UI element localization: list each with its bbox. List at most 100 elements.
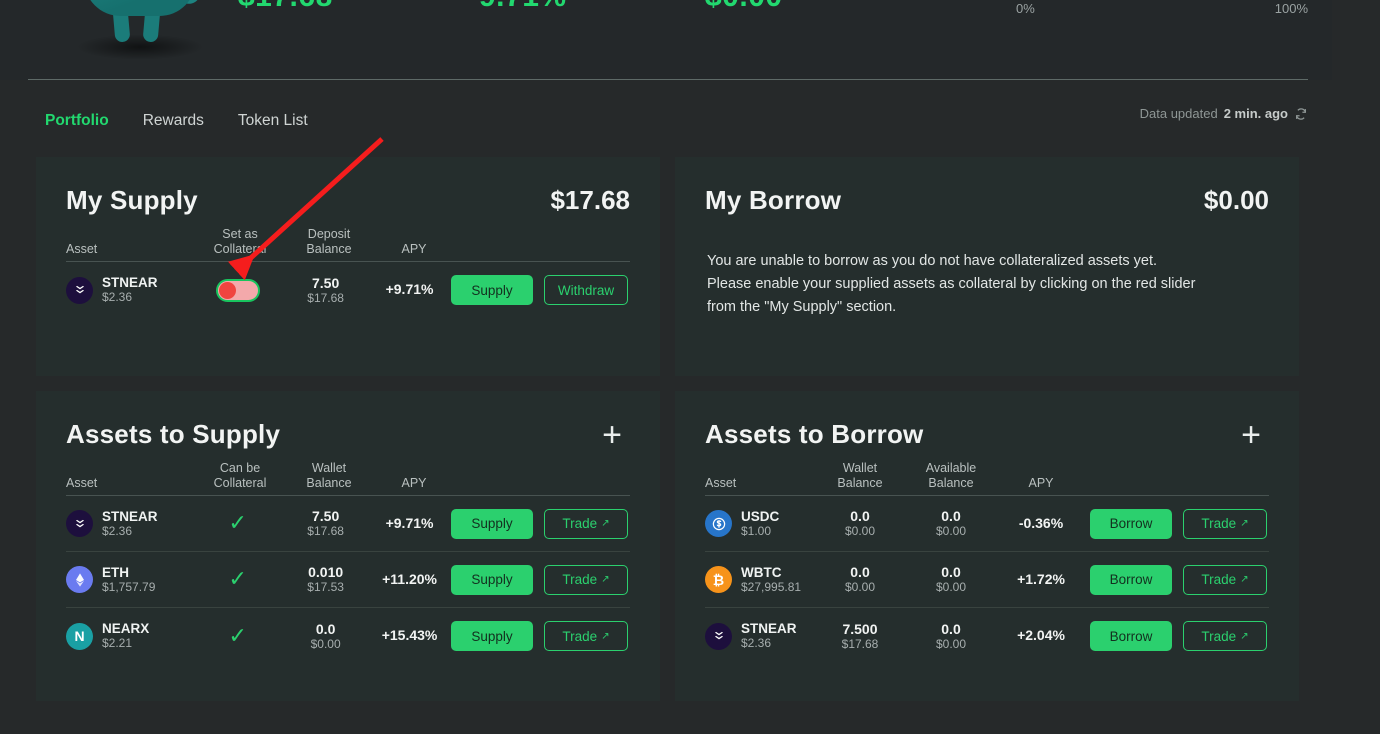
tab-token-list[interactable]: Token List xyxy=(238,112,308,130)
set-as-collateral-toggle[interactable] xyxy=(215,278,260,302)
external-link-icon: ↗ xyxy=(1240,574,1249,585)
hero-summary: $17.68 9.71% $0.00 0% 100% xyxy=(0,0,1332,80)
my-borrow-message: You are unable to borrow as you do not h… xyxy=(675,216,1299,319)
col-asset: Asset xyxy=(66,242,98,256)
tab-rewards[interactable]: Rewards xyxy=(143,112,204,130)
asset-symbol: NEARX xyxy=(102,621,150,636)
asset-price: $27,995.81 xyxy=(741,579,802,594)
my-borrow-title: My Borrow xyxy=(705,185,842,215)
supply-button[interactable]: Supply xyxy=(451,564,533,595)
my-borrow-card: My Borrow $0.00 You are unable to borrow… xyxy=(675,157,1299,376)
refresh-icon[interactable] xyxy=(1294,107,1308,121)
wallet-balance-cell: 0.0 $0.00 xyxy=(283,621,368,652)
wallet-amount: 0.0 xyxy=(850,564,870,580)
wallet-usd: $17.68 xyxy=(841,636,879,651)
asset-price: $2.36 xyxy=(102,523,133,538)
my-borrow-amount: $0.00 xyxy=(1203,185,1269,215)
assets-to-supply-card: Assets to Supply + Asset Can be Collater… xyxy=(36,391,660,701)
trade-button[interactable]: Trade ↗ xyxy=(544,564,628,595)
asset-symbol: ETH xyxy=(102,564,129,580)
apy-cell: +15.43% xyxy=(368,627,451,645)
asset-symbol: USDC xyxy=(741,508,780,524)
trade-label: Trade xyxy=(562,516,598,531)
wallet-balance-cell: 0.010 $17.53 xyxy=(283,564,368,595)
wallet-usd: $0.00 xyxy=(844,580,876,594)
section-divider xyxy=(28,79,1308,80)
available-usd: $0.00 xyxy=(935,636,967,651)
data-updated-prefix: Data updated xyxy=(1139,106,1218,121)
apy-value: +9.71% xyxy=(385,514,434,531)
asset-cell: USDC $1.00 xyxy=(705,509,817,539)
col-asset: Asset xyxy=(705,476,737,490)
stnear-icon xyxy=(66,510,93,537)
trade-button[interactable]: Trade ↗ xyxy=(1183,621,1267,651)
data-updated-value: 2 min. ago xyxy=(1223,106,1288,121)
eth-icon xyxy=(66,566,93,593)
table-row: ₿ WBTC $27,995.81 0.0 $0.00 0.0 $0.00 +1… xyxy=(705,552,1269,608)
assets-to-supply-table: Asset Can be Collateral Wallet Balance A… xyxy=(36,450,660,664)
supply-button[interactable]: Supply xyxy=(451,508,533,539)
borrow-button[interactable]: Borrow xyxy=(1090,621,1172,651)
deposit-balance-cell: 7.50 $17.68 xyxy=(283,275,368,306)
check-icon: ✓ xyxy=(228,622,247,648)
wallet-usd: $17.53 xyxy=(307,580,344,594)
available-balance-cell: 0.0 $0.00 xyxy=(903,564,999,595)
asset-cell: ETH $1,757.79 xyxy=(66,565,192,595)
asset-price: $1.00 xyxy=(741,523,772,538)
health-min-label: 0% xyxy=(1016,1,1035,16)
my-supply-amount: $17.68 xyxy=(550,185,630,215)
col-deposit-balance: Deposit Balance xyxy=(306,227,352,256)
trade-label: Trade xyxy=(1201,572,1237,587)
asset-cell: STNEAR $2.36 xyxy=(66,275,192,305)
apy-cell: -0.36% xyxy=(999,515,1083,533)
apy-value: -0.36% xyxy=(1018,514,1064,531)
check-icon: ✓ xyxy=(228,566,247,591)
my-supply-card: My Supply $17.68 Asset Set as Collateral… xyxy=(36,157,660,376)
health-factor-meter: 0% 100% xyxy=(1016,0,1308,16)
plus-icon[interactable]: + xyxy=(1241,418,1269,452)
wallet-balance-cell: 0.0 $0.00 xyxy=(817,508,903,539)
plus-icon[interactable]: + xyxy=(602,418,630,452)
withdraw-button[interactable]: Withdraw xyxy=(544,275,628,305)
apy-value: +15.43% xyxy=(381,627,438,643)
my-borrow-message-line2: Please enable your supplied assets as co… xyxy=(707,276,1196,292)
wallet-balance-cell: 7.50 $17.68 xyxy=(283,508,368,539)
assets-to-borrow-title: Assets to Borrow xyxy=(705,419,924,449)
stnear-icon xyxy=(66,276,93,304)
col-set-as-collateral: Set as Collateral xyxy=(213,227,267,256)
wallet-amount: 0.0 xyxy=(850,508,870,524)
asset-symbol: STNEAR xyxy=(741,621,797,636)
asset-cell: ₿ WBTC $27,995.81 xyxy=(705,565,817,595)
supply-button[interactable]: Supply xyxy=(451,275,533,305)
asset-cell: N NEARX $2.21 xyxy=(66,621,192,651)
apy-value: +9.71% xyxy=(385,281,434,297)
trade-button[interactable]: Trade ↗ xyxy=(1183,564,1267,595)
borrow-button[interactable]: Borrow xyxy=(1090,564,1172,595)
assets-to-borrow-table: Asset Wallet Balance Available Balance A… xyxy=(675,450,1299,664)
tab-portfolio[interactable]: Portfolio xyxy=(45,112,109,130)
borrow-button[interactable]: Borrow xyxy=(1090,508,1172,539)
available-usd: $0.00 xyxy=(935,580,967,594)
trade-button[interactable]: Trade ↗ xyxy=(1183,508,1267,539)
col-available-balance: Available Balance xyxy=(925,461,977,490)
trade-button[interactable]: Trade ↗ xyxy=(544,621,628,651)
asset-symbol: STNEAR xyxy=(102,275,158,290)
tab-bar: Portfolio Rewards Token List xyxy=(45,112,308,130)
asset-price: $2.21 xyxy=(102,636,133,650)
asset-cell: STNEAR $2.36 xyxy=(66,509,192,539)
apy-cell: +11.20% xyxy=(368,571,451,589)
col-wallet-balance: Wallet Balance xyxy=(306,461,352,490)
table-row: STNEAR $2.36 ✓ 7.50 $17.68 +9.71% Supply… xyxy=(66,496,630,552)
can-be-collateral-cell: ✓ xyxy=(192,512,283,535)
table-row: USDC $1.00 0.0 $0.00 0.0 $0.00 -0.36% Bo… xyxy=(705,496,1269,552)
deposit-amount: 7.50 xyxy=(312,274,340,291)
trade-button[interactable]: Trade ↗ xyxy=(544,508,628,539)
wallet-amount: 0.0 xyxy=(315,620,336,637)
wallet-usd: $17.68 xyxy=(307,524,344,538)
wallet-usd: $0.00 xyxy=(310,636,341,651)
external-link-icon: ↗ xyxy=(601,518,610,529)
apy-cell: +2.04% xyxy=(999,627,1083,645)
supply-button[interactable]: Supply xyxy=(451,621,533,651)
my-borrow-message-line3: from the "My Supply" section. xyxy=(707,299,897,315)
wallet-amount: 7.50 xyxy=(312,508,340,524)
